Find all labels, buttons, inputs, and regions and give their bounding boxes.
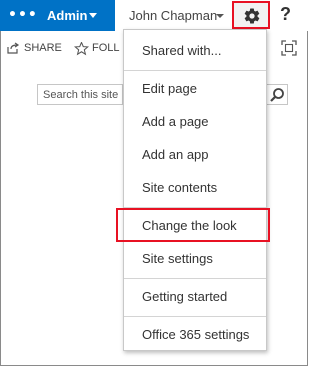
share-label: SHARE xyxy=(24,42,62,54)
settings-button[interactable] xyxy=(232,1,270,29)
menu-item-site-contents[interactable]: Site contents xyxy=(124,173,266,203)
suite-bar: ••• Admin John Chapman ? xyxy=(0,0,308,31)
user-name[interactable]: John Chapman xyxy=(129,8,217,23)
chevron-down-icon xyxy=(89,13,97,18)
settings-menu: Shared with... Edit page Add a page Add … xyxy=(123,29,267,351)
menu-item-shared-with[interactable]: Shared with... xyxy=(124,36,266,66)
search-icon xyxy=(270,88,284,102)
menu-item-office-365-settings[interactable]: Office 365 settings xyxy=(124,320,266,350)
menu-item-site-settings[interactable]: Site settings xyxy=(124,244,266,274)
menu-item-add-app[interactable]: Add an app xyxy=(124,140,266,170)
follow-label: FOLLOW xyxy=(92,42,120,54)
menu-item-edit-page[interactable]: Edit page xyxy=(124,74,266,104)
follow-button[interactable]: FOLLOW xyxy=(74,42,120,58)
search-box[interactable] xyxy=(37,84,129,105)
chevron-down-icon xyxy=(216,14,224,18)
star-icon xyxy=(74,42,89,56)
menu-divider xyxy=(124,316,266,317)
help-button[interactable]: ? xyxy=(280,4,291,25)
share-icon xyxy=(7,42,20,54)
menu-item-getting-started[interactable]: Getting started xyxy=(124,282,266,312)
menu-item-add-page[interactable]: Add a page xyxy=(124,107,266,137)
admin-tile[interactable]: ••• Admin xyxy=(0,0,115,31)
highlight-box xyxy=(116,208,270,242)
search-button[interactable] xyxy=(267,84,288,105)
menu-divider xyxy=(124,278,266,279)
menu-divider xyxy=(124,70,266,71)
search-input[interactable] xyxy=(38,85,129,104)
admin-label[interactable]: Admin xyxy=(47,8,87,23)
focus-on-content-icon[interactable] xyxy=(281,40,297,56)
gear-icon xyxy=(244,8,260,24)
app-launcher-icon[interactable]: ••• xyxy=(8,8,37,22)
